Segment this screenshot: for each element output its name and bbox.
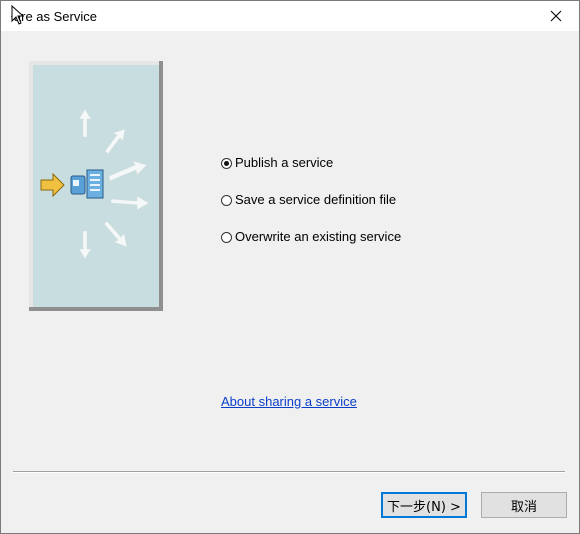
share-options-group: Publish a service Save a service definit… (221, 155, 401, 266)
save-definition-radio[interactable] (221, 195, 232, 206)
close-icon (550, 10, 562, 22)
share-service-illustration (29, 61, 163, 311)
close-button[interactable] (533, 1, 579, 31)
option-publish-service[interactable]: Publish a service (221, 155, 401, 192)
option-overwrite-service[interactable]: Overwrite an existing service (221, 229, 401, 266)
cancel-button[interactable]: 取消 (481, 492, 567, 518)
mouse-cursor-icon (11, 5, 25, 25)
save-definition-label: Save a service definition file (235, 192, 397, 207)
publish-service-radio[interactable] (221, 158, 232, 169)
footer-separator (13, 471, 565, 473)
option-save-definition[interactable]: Save a service definition file (221, 192, 401, 229)
publish-service-label: Publish a service (235, 155, 334, 170)
title-bar: ƚare as Service (1, 1, 579, 31)
overwrite-service-label: Overwrite an existing service (235, 229, 402, 244)
about-sharing-link[interactable]: About sharing a service (221, 394, 357, 409)
overwrite-service-radio[interactable] (221, 232, 232, 243)
share-as-service-dialog: ƚare as Service Publish a service Save a… (0, 0, 580, 534)
next-button[interactable]: 下一步(N) > (381, 492, 467, 518)
